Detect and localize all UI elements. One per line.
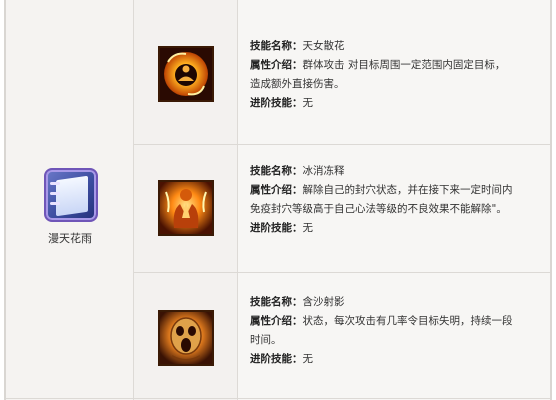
skill-advanced: 无 <box>302 353 314 365</box>
row-divider <box>134 272 550 273</box>
skill-advanced-label: 进阶技能： <box>250 97 303 109</box>
skill-advanced: 无 <box>302 222 314 234</box>
blue-skill-book-icon[interactable] <box>44 168 98 222</box>
skill-desc-line: 造成额外直接伤害。 <box>250 78 345 90</box>
book-name: 漫天花雨 <box>48 232 92 245</box>
skill-name-label: 技能名称： <box>250 165 303 177</box>
skill-name: 天女散花 <box>302 40 345 52</box>
skill-advanced-label: 进阶技能： <box>250 222 303 234</box>
skill-desc-line: 免疫封穴等级高于自己心法等级的不良效果不能解除"。 <box>250 203 507 215</box>
row-divider <box>134 144 550 145</box>
skill-desc-line: 时间。 <box>250 334 282 346</box>
screaming-skull-icon[interactable] <box>158 310 214 366</box>
skill-table: 漫天花雨 技能名称：天女散花 属性介绍：群体攻击 对目标周围一定范围内固定目标，… <box>4 0 552 400</box>
icon-column <box>134 0 238 400</box>
skill-name: 冰消冻释 <box>302 165 345 177</box>
skill-name-label: 技能名称： <box>250 40 303 52</box>
skill-desc-label: 属性介绍： <box>250 315 303 327</box>
skill-desc-label: 属性介绍： <box>250 184 303 196</box>
skill-info: 技能名称：含沙射影 属性介绍：状态，每次攻击有几率令目标失明，持续一段 时间。 … <box>250 293 546 369</box>
skill-desc-line: 解除自己的封穴状态，并在接下来一定时间内 <box>302 184 513 196</box>
description-column: 技能名称：天女散花 属性介绍：群体攻击 对目标周围一定范围内固定目标， 造成额外… <box>238 0 550 400</box>
book-column: 漫天花雨 <box>6 0 134 400</box>
skill-advanced-label: 进阶技能： <box>250 353 303 365</box>
skill-info: 技能名称：天女散花 属性介绍：群体攻击 对目标周围一定范围内固定目标， 造成额外… <box>250 37 546 113</box>
skill-name-label: 技能名称： <box>250 296 303 308</box>
skill-info: 技能名称：冰消冻释 属性介绍：解除自己的封穴状态，并在接下来一定时间内 免疫封穴… <box>250 162 546 238</box>
skill-advanced: 无 <box>302 97 314 109</box>
skill-desc-label: 属性介绍： <box>250 59 303 71</box>
fiery-praying-figure-icon[interactable] <box>158 180 214 236</box>
page-frame: 漫天花雨 技能名称：天女散花 属性介绍：群体攻击 对目标周围一定范围内固定目标，… <box>0 0 556 400</box>
fire-orb-meditation-icon[interactable] <box>158 46 214 102</box>
skill-desc-line: 状态，每次攻击有几率令目标失明，持续一段 <box>302 315 513 327</box>
table-bottom-border <box>6 398 550 399</box>
skill-desc-line: 群体攻击 对目标周围一定范围内固定目标， <box>302 59 506 71</box>
skill-name: 含沙射影 <box>302 296 345 308</box>
